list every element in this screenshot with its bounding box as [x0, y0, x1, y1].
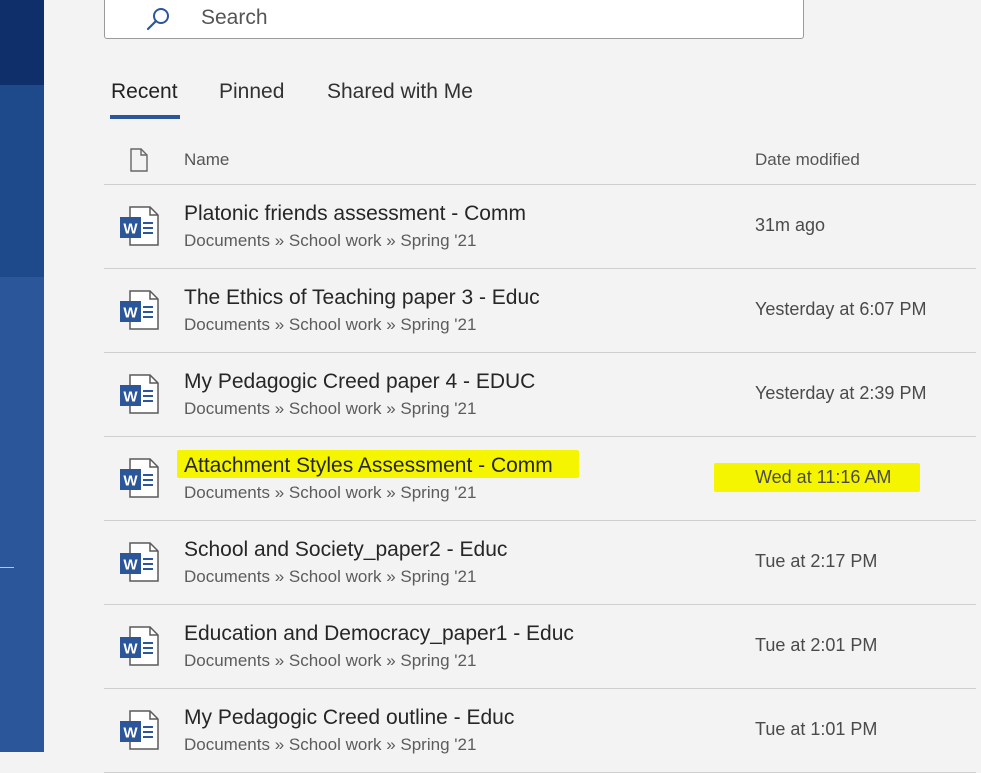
tab-recent[interactable]: Recent [111, 80, 178, 104]
search-box[interactable] [104, 0, 804, 39]
tab-pinned[interactable]: Pinned [219, 80, 284, 104]
file-name[interactable]: My Pedagogic Creed outline - Educ [184, 706, 514, 730]
sidebar-divider [0, 567, 14, 568]
svg-text:W: W [123, 389, 138, 406]
file-path: Documents » School work » Spring '21 [184, 651, 477, 670]
file-path: Documents » School work » Spring '21 [184, 567, 477, 586]
file-row[interactable]: W Education and Democracy_paper1 - Educ D… [104, 605, 976, 689]
file-path: Documents » School work » Spring '21 [184, 315, 477, 334]
file-date-modified: Yesterday at 2:39 PM [755, 383, 927, 403]
column-header-name[interactable]: Name [184, 150, 229, 170]
svg-text:W: W [123, 221, 138, 238]
file-list: W Platonic friends assessment - Comm Docu… [104, 185, 976, 773]
file-row[interactable]: W My Pedagogic Creed outline - Educ Docum… [104, 689, 976, 773]
file-path: Documents » School work » Spring '21 [184, 399, 477, 418]
file-list-header: Name Date modified [104, 140, 976, 185]
file-date-modified: Tue at 2:01 PM [755, 635, 878, 655]
sidebar-selected-item[interactable] [0, 85, 44, 277]
file-row[interactable]: W Platonic friends assessment - Comm Docu… [104, 185, 976, 269]
file-date-modified: Yesterday at 6:07 PM [755, 299, 927, 319]
word-document-icon: W [120, 626, 159, 666]
file-name[interactable]: School and Society_paper2 - Educ [184, 538, 507, 562]
tab-shared-with-me[interactable]: Shared with Me [327, 80, 473, 104]
search-input[interactable] [199, 0, 783, 37]
file-name[interactable]: My Pedagogic Creed paper 4 - EDUC [184, 370, 535, 394]
svg-text:W: W [123, 305, 138, 322]
word-document-icon: W [120, 458, 159, 498]
file-path: Documents » School work » Spring '21 [184, 231, 477, 250]
file-name[interactable]: Platonic friends assessment - Comm [184, 202, 526, 226]
svg-text:W: W [123, 557, 138, 574]
word-document-icon: W [120, 542, 159, 582]
file-row[interactable]: W Attachment Styles Assessment - Comm Doc… [104, 437, 976, 521]
file-name[interactable]: The Ethics of Teaching paper 3 - Educ [184, 286, 540, 310]
file-name[interactable]: Attachment Styles Assessment - Comm [184, 454, 553, 478]
file-path: Documents » School work » Spring '21 [184, 735, 477, 754]
word-document-icon: W [120, 374, 159, 414]
file-date-modified: Tue at 1:01 PM [755, 719, 878, 739]
svg-text:W: W [123, 473, 138, 490]
file-row[interactable]: W School and Society_paper2 - Educ Docume… [104, 521, 976, 605]
word-document-icon: W [120, 710, 159, 750]
svg-text:W: W [123, 641, 138, 658]
file-row[interactable]: W My Pedagogic Creed paper 4 - EDUC Docum… [104, 353, 976, 437]
word-document-icon: W [120, 206, 159, 246]
word-document-icon: W [120, 290, 159, 330]
file-date-modified: Tue at 2:17 PM [755, 551, 878, 571]
file-date-modified: Wed at 11:16 AM [755, 467, 892, 487]
search-icon [146, 8, 169, 31]
file-row[interactable]: W The Ethics of Teaching paper 3 - Educ D… [104, 269, 976, 353]
document-icon [130, 148, 148, 172]
file-date-modified: 31m ago [755, 215, 826, 235]
svg-text:W: W [123, 725, 138, 742]
file-name[interactable]: Education and Democracy_paper1 - Educ [184, 622, 574, 646]
active-tab-indicator [110, 115, 180, 119]
left-sidebar [0, 0, 44, 752]
file-path: Documents » School work » Spring '21 [184, 483, 477, 502]
sidebar-top-panel[interactable] [0, 0, 44, 85]
column-header-date-modified[interactable]: Date modified [755, 150, 860, 170]
